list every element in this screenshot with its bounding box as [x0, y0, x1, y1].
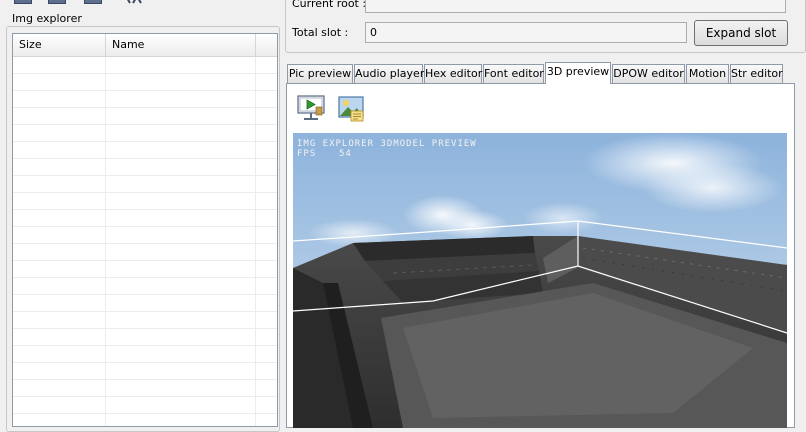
viewport-fps-label: FPS — [297, 149, 317, 159]
img-file-list[interactable]: Size Name — [12, 33, 278, 427]
current-root-label: Current root : — [292, 0, 367, 10]
image-export-icon[interactable] — [336, 93, 366, 123]
row-divider — [105, 57, 106, 426]
tab-pic-preview[interactable]: Pic preview — [287, 64, 353, 83]
3d-model-viewport[interactable]: IMG EXPLORER 3DMODEL PREVIEW FPS 54 — [293, 133, 787, 428]
tab-dpow-editor[interactable]: DPOW editor — [612, 64, 685, 83]
list-rows — [13, 57, 277, 426]
toolbar-save-icon[interactable] — [48, 0, 66, 4]
total-slot-field[interactable]: 0 — [365, 22, 687, 43]
tab-audio-player[interactable]: Audio player — [354, 64, 424, 83]
expand-slot-button[interactable]: Expand slot — [694, 20, 788, 46]
total-slot-label: Total slot : — [292, 26, 349, 39]
current-root-field[interactable] — [365, 0, 786, 13]
3d-scene — [293, 133, 787, 428]
column-size[interactable]: Size — [13, 34, 106, 56]
row-divider — [255, 57, 256, 426]
toolbar-tools-icon[interactable] — [124, 0, 146, 4]
tab-motion[interactable]: Motion — [686, 64, 729, 83]
viewport-fps-value: 54 — [339, 149, 352, 159]
img-explorer-label: Img explorer — [12, 12, 82, 25]
viewport-hud-title: IMG EXPLORER 3DMODEL PREVIEW — [297, 139, 477, 149]
list-header: Size Name — [13, 34, 277, 57]
play-presentation-icon[interactable] — [296, 93, 326, 123]
tab-font-editor[interactable]: Font editor — [483, 64, 544, 83]
toolbar-open-icon[interactable] — [14, 0, 32, 4]
toolbar-export-icon[interactable] — [84, 0, 102, 4]
tab-hex-editor[interactable]: Hex editor — [424, 64, 482, 83]
tab-str-editor[interactable]: Str editor — [730, 64, 783, 83]
column-filler — [256, 34, 277, 56]
column-name[interactable]: Name — [106, 34, 256, 56]
tab-3d-preview[interactable]: 3D preview — [545, 62, 611, 84]
